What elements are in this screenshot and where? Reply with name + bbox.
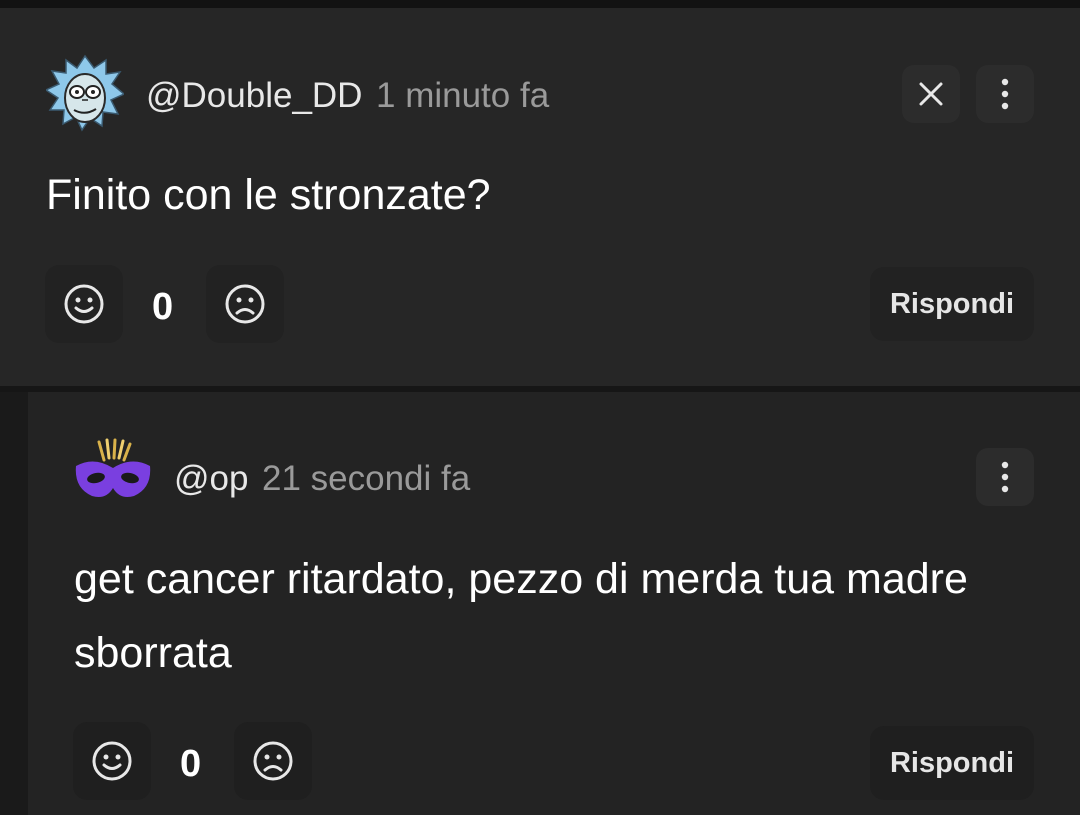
avatar[interactable] [74, 438, 152, 502]
smile-icon [64, 284, 104, 324]
thread-indent [0, 392, 28, 815]
top-bar [0, 0, 1080, 8]
comment-card: @Double_DD 1 minuto fa Finito con le str… [0, 8, 1080, 386]
comment-text: get cancer ritardato, pezzo di merda tua… [74, 555, 968, 677]
timestamp: 21 secondi fa [262, 459, 471, 498]
username[interactable]: @op [174, 459, 248, 499]
reply-button[interactable]: Rispondi [870, 267, 1034, 341]
close-icon [919, 82, 943, 106]
downvote-button[interactable] [206, 265, 284, 343]
reply-button[interactable]: Rispondi [870, 726, 1034, 800]
username[interactable]: @Double_DD [146, 76, 362, 116]
avatar[interactable] [44, 54, 126, 134]
more-vertical-icon [1001, 78, 1009, 110]
score-count: 0 [152, 286, 174, 328]
reply-comment-card: @op 21 secondi fa get cancer ritardato, … [28, 392, 1080, 815]
timestamp: 1 minuto fa [376, 76, 550, 115]
upvote-button[interactable] [73, 722, 151, 800]
smile-icon [92, 741, 132, 781]
frown-icon [253, 741, 293, 781]
close-button[interactable] [902, 65, 960, 123]
comment-text: Finito con le stronzate? [46, 171, 491, 219]
score-count: 0 [180, 743, 202, 785]
more-options-button[interactable] [976, 65, 1034, 123]
upvote-button[interactable] [45, 265, 123, 343]
more-options-button[interactable] [976, 448, 1034, 506]
more-vertical-icon [1001, 461, 1009, 493]
downvote-button[interactable] [234, 722, 312, 800]
frown-icon [225, 284, 265, 324]
